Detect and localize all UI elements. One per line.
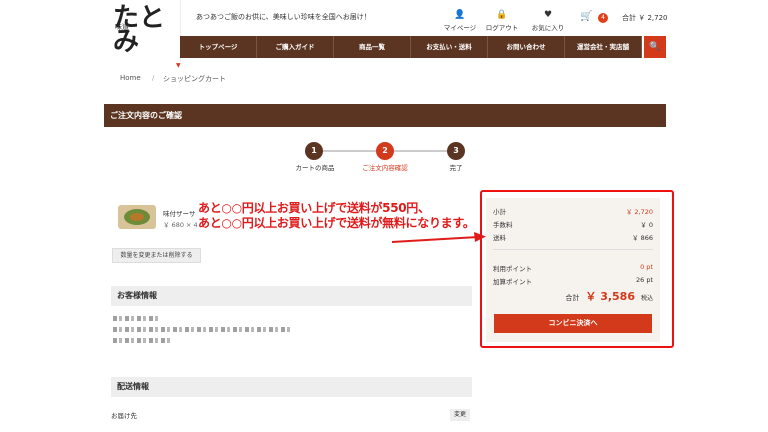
search-icon: 🔍: [649, 42, 661, 52]
step-line: [394, 150, 448, 152]
tagline: あつあつご飯のお供に、美味しい珍味を全国へお届け！: [196, 13, 371, 21]
nav-guide[interactable]: ご購入ガイド: [257, 36, 334, 58]
step-3: 3: [447, 142, 465, 160]
product-name[interactable]: 味付ザーサ: [163, 208, 195, 218]
customer-phone-redacted: [113, 338, 173, 343]
step-1: 1: [305, 142, 323, 160]
annotation-highlight-box: [480, 190, 674, 348]
nav-top[interactable]: トップページ: [180, 36, 257, 58]
delivery-section-title: 配送情報: [111, 377, 472, 397]
nav-company[interactable]: 運営会社・実店舗: [565, 36, 642, 58]
annotation-arrow: [391, 232, 486, 243]
breadcrumb-current: ショッピングカート: [163, 75, 226, 83]
logo-sub: 味道: [115, 23, 129, 31]
lock-icon: 🔒: [496, 10, 508, 20]
step-3-label: 完了: [449, 164, 463, 172]
customer-name-redacted: [113, 316, 159, 321]
delivery-label: お届け先: [111, 412, 137, 420]
change-quantity-button[interactable]: 数量を変更または削除する: [112, 248, 201, 263]
cart-icon[interactable]: 🛒: [580, 11, 592, 22]
heart-icon: ♥: [543, 10, 553, 20]
mypage-link[interactable]: 👤 マイページ: [440, 10, 480, 32]
product-price: ￥ 680 × 4: [163, 221, 198, 229]
step-2: 2: [376, 142, 394, 160]
favorites-link[interactable]: ♥ お気に入り: [528, 10, 568, 32]
step-line: [322, 150, 376, 152]
step-1-label: カートの商品: [295, 164, 335, 172]
cart-count-badge: 4: [598, 13, 608, 23]
search-button[interactable]: 🔍: [644, 36, 666, 58]
customer-section-title: お客様情報: [111, 286, 472, 306]
main-nav: トップページ ご購入ガイド 商品一覧 お支払い・送料 お問い合わせ 運営会社・実…: [180, 36, 642, 58]
breadcrumb-sep: /: [152, 74, 155, 82]
nav-products[interactable]: 商品一覧: [334, 36, 411, 58]
delivery-change-button[interactable]: 変更: [450, 409, 470, 421]
breadcrumb-home[interactable]: Home: [120, 74, 141, 82]
logout-link[interactable]: 🔒 ログアウト: [482, 10, 522, 32]
cart-total: 合計 ￥ 2,720: [622, 14, 668, 22]
page-title: ご注文内容のご確認: [104, 104, 666, 127]
nav-contact[interactable]: お問い合わせ: [488, 36, 565, 58]
customer-address-redacted: [113, 327, 293, 332]
logo[interactable]: たとみ 味道: [107, 0, 181, 62]
nav-payment[interactable]: お支払い・送料: [411, 36, 488, 58]
user-icon: 👤: [454, 10, 466, 20]
product-image: [118, 205, 156, 229]
caret-down-icon: ▼: [176, 62, 181, 69]
step-2-label: ご注文内容確認: [362, 164, 408, 172]
